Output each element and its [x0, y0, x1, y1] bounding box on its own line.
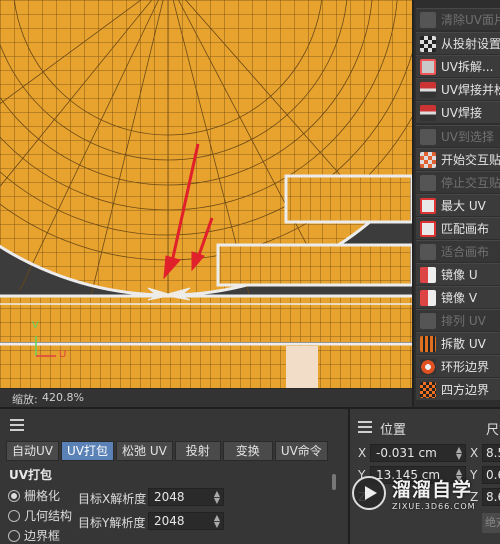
band-uv-island-1[interactable] [0, 294, 412, 342]
scatter-uv-icon [420, 335, 436, 352]
match-canvas-icon [420, 220, 436, 237]
max-uv-icon [420, 197, 436, 214]
uv-cube-icon [420, 58, 436, 75]
arrange-uv-icon [420, 312, 436, 329]
strip-uv-island-2[interactable] [216, 243, 412, 287]
zoom-label: 缩放: [12, 393, 38, 406]
tab-projection[interactable]: 投射 [174, 441, 221, 461]
spinner-arrows-icon[interactable]: ▲ ▼ [214, 514, 220, 529]
uv-editor-window: V U 缩放: 420.8% 清除UV面片 从投射设置U UV拆解... UV焊… [0, 0, 500, 544]
fit-canvas-icon [420, 243, 436, 260]
weld-icon [420, 104, 436, 121]
target-x-field[interactable]: 2048 ▲ ▼ [148, 488, 224, 506]
paint-start-icon [420, 151, 436, 168]
target-x-label: 目标X解析度 [78, 492, 147, 506]
ring-border-icon [420, 358, 436, 375]
radio-bounding-box[interactable]: 边界框 [8, 527, 60, 544]
pos-x-field[interactable]: -0.031 cm ▲ ▼ [370, 444, 466, 462]
quad-border-icon [420, 381, 436, 398]
cmd-set-uv-from-projection[interactable]: 从投射设置U [416, 32, 500, 54]
cmd-uv-unwrap[interactable]: UV拆解... [416, 55, 500, 77]
zoom-value: 420.8% [42, 391, 84, 404]
cmd-weld-relax[interactable]: UV焊接并松 [416, 78, 500, 100]
uv-clear-icon [420, 11, 436, 28]
cmd-stop-interactive-map[interactable]: 停止交互贴图 [416, 171, 500, 193]
radio-dot-icon [8, 509, 20, 522]
cmd-match-canvas[interactable]: 匹配画布 [416, 217, 500, 239]
strip-uv-island-1[interactable] [284, 174, 412, 224]
uv-viewport[interactable]: V U 缩放: 420.8% [0, 0, 412, 407]
tab-transform[interactable]: 变换 [222, 441, 273, 461]
checker-icon [420, 35, 436, 52]
paint-stop-icon [420, 174, 436, 191]
cmd-max-uv[interactable]: 最大 UV [416, 194, 500, 216]
cmd-uv-to-selection[interactable]: UV到选择 [416, 125, 500, 147]
uv-command-column: 清除UV面片 从投射设置U UV拆解... UV焊接并松 UV焊接 UV到选择 … [412, 0, 500, 407]
panel-menu-icon[interactable] [10, 419, 24, 431]
cmd-start-interactive-map[interactable]: 开始交互贴图 [416, 148, 500, 170]
size-x-label: X [470, 446, 479, 460]
cmd-scatter-uv[interactable]: 拆散 UV [416, 332, 500, 354]
play-logo-icon [352, 476, 386, 510]
watermark-title: 溜溜自学 [392, 479, 473, 501]
tab-uv-commands[interactable]: UV命令 [274, 441, 328, 461]
radio-rasterize[interactable]: 栅格化 [8, 487, 60, 504]
uv-pack-title: UV打包 [9, 468, 53, 482]
axis-v-label: V [32, 320, 39, 331]
tab-relax-uv[interactable]: 松弛 UV [116, 441, 173, 461]
uv-canvas [0, 0, 412, 388]
coord-menu-icon[interactable] [358, 421, 372, 433]
cmd-mirror-v[interactable]: 镜像 V [416, 286, 500, 308]
weld-relax-icon [420, 81, 436, 98]
cmd-mirror-u[interactable]: 镜像 U [416, 263, 500, 285]
watermark-url: ZIXUE.3D66.COM [392, 502, 476, 511]
mirror-u-icon [420, 266, 436, 283]
zoom-status-bar: 缩放: 420.8% [0, 388, 412, 407]
cmd-quad-border[interactable]: 四方边界 [416, 378, 500, 400]
spinner-arrows-icon[interactable]: ▲ ▼ [456, 446, 462, 461]
radio-dot-icon [8, 489, 20, 502]
uv-to-selection-icon [420, 128, 436, 145]
tab-uv-pack[interactable]: UV打包 [61, 441, 114, 461]
size-title: 尺寸 [486, 423, 500, 438]
cmd-weld[interactable]: UV焊接 [416, 101, 500, 123]
size-x-field[interactable]: 8.5 [482, 444, 500, 462]
position-title: 位置 [380, 423, 407, 438]
radio-dot-icon [8, 529, 20, 542]
radio-geometry[interactable]: 几何结构 [8, 507, 72, 524]
spinner-arrows-icon[interactable]: ▲ ▼ [214, 490, 220, 505]
cmd-ring-border[interactable]: 环形边界 [416, 355, 500, 377]
target-y-label: 目标Y解析度 [78, 516, 146, 530]
tab-auto-uv[interactable]: 自动UV [6, 441, 59, 461]
watermark: 溜溜自学 ZIXUE.3D66.COM [352, 462, 500, 524]
cmd-clear-uv[interactable]: 清除UV面片 [416, 8, 500, 30]
target-y-field[interactable]: 2048 ▲ ▼ [148, 512, 224, 530]
axis-u-label: U [59, 349, 67, 360]
pos-x-label: X [358, 446, 367, 460]
panel-scrollbar[interactable] [332, 474, 336, 490]
uv-tool-tabs: 自动UV UV打包 松弛 UV 投射 变换 UV命令 [6, 441, 330, 461]
cmd-arrange-uv[interactable]: 排列 UV [416, 309, 500, 331]
mirror-v-icon [420, 289, 436, 306]
cmd-fit-canvas[interactable]: 适合画布 [416, 240, 500, 262]
